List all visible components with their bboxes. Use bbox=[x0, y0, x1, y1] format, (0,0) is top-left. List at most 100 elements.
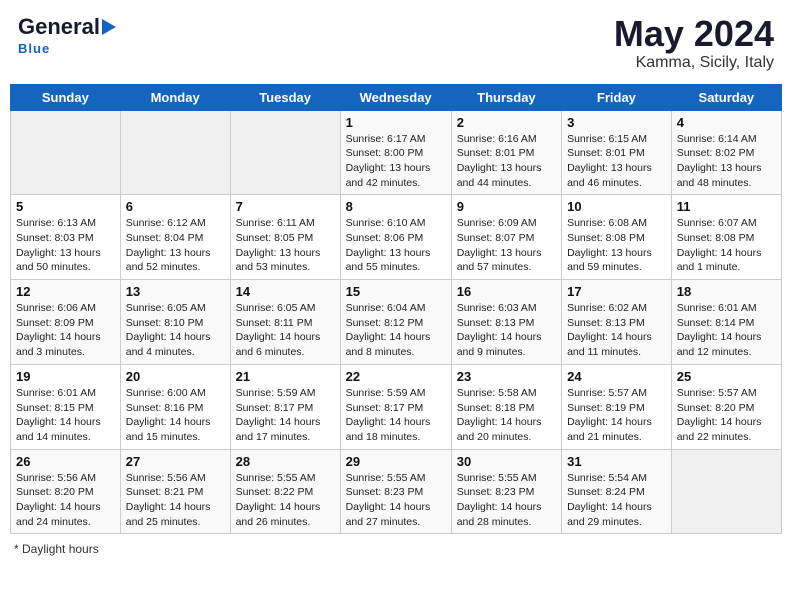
calendar-day-cell: 22 Sunrise: 5:59 AM Sunset: 8:17 PM Dayli… bbox=[340, 364, 451, 449]
calendar-day-cell: 13 Sunrise: 6:05 AM Sunset: 8:10 PM Dayli… bbox=[120, 280, 230, 365]
calendar-day-cell: 17 Sunrise: 6:02 AM Sunset: 8:13 PM Dayli… bbox=[562, 280, 672, 365]
header-cell-monday: Monday bbox=[120, 84, 230, 110]
day-number: 28 bbox=[236, 454, 335, 469]
day-info: Sunrise: 6:10 AM Sunset: 8:06 PM Dayligh… bbox=[346, 216, 446, 275]
day-info: Sunrise: 6:12 AM Sunset: 8:04 PM Dayligh… bbox=[126, 216, 225, 275]
day-info: Sunrise: 6:13 AM Sunset: 8:03 PM Dayligh… bbox=[16, 216, 115, 275]
day-info: Sunrise: 6:05 AM Sunset: 8:10 PM Dayligh… bbox=[126, 301, 225, 360]
day-info: Sunrise: 6:00 AM Sunset: 8:16 PM Dayligh… bbox=[126, 386, 225, 445]
day-number: 29 bbox=[346, 454, 446, 469]
calendar-table: SundayMondayTuesdayWednesdayThursdayFrid… bbox=[10, 84, 782, 535]
day-number: 3 bbox=[567, 115, 666, 130]
day-number: 11 bbox=[677, 199, 776, 214]
calendar-day-cell: 24Sunrise: 5:57 AM Sunset: 8:19 PM Dayli… bbox=[562, 364, 672, 449]
day-info: Sunrise: 5:56 AM Sunset: 8:20 PM Dayligh… bbox=[16, 471, 115, 530]
day-info: Sunrise: 6:01 AM Sunset: 8:15 PM Dayligh… bbox=[16, 386, 115, 445]
header-cell-saturday: Saturday bbox=[671, 84, 781, 110]
day-number: 13 bbox=[126, 284, 225, 299]
footer-note: * Daylight hours bbox=[10, 542, 782, 556]
header-cell-wednesday: Wednesday bbox=[340, 84, 451, 110]
day-info: Sunrise: 5:54 AM Sunset: 8:24 PM Dayligh… bbox=[567, 471, 666, 530]
day-info: Sunrise: 6:16 AM Sunset: 8:01 PM Dayligh… bbox=[457, 132, 556, 191]
calendar-day-cell: 12 Sunrise: 6:06 AM Sunset: 8:09 PM Dayli… bbox=[11, 280, 121, 365]
day-info: Sunrise: 6:15 AM Sunset: 8:01 PM Dayligh… bbox=[567, 132, 666, 191]
calendar-day-cell: 9 Sunrise: 6:09 AM Sunset: 8:07 PM Daylig… bbox=[451, 195, 561, 280]
calendar-week-row: 12 Sunrise: 6:06 AM Sunset: 8:09 PM Dayli… bbox=[11, 280, 782, 365]
day-info: Sunrise: 5:55 AM Sunset: 8:23 PM Dayligh… bbox=[457, 471, 556, 530]
header: General Blue May 2024 Kamma, Sicily, Ita… bbox=[10, 10, 782, 76]
day-info: Sunrise: 6:02 AM Sunset: 8:13 PM Dayligh… bbox=[567, 301, 666, 360]
day-number: 22 bbox=[346, 369, 446, 384]
day-info: Sunrise: 6:09 AM Sunset: 8:07 PM Dayligh… bbox=[457, 216, 556, 275]
day-number: 31 bbox=[567, 454, 666, 469]
day-info: Sunrise: 5:59 AM Sunset: 8:17 PM Dayligh… bbox=[346, 386, 446, 445]
logo: General Blue bbox=[18, 14, 116, 58]
calendar-day-cell: 3 Sunrise: 6:15 AM Sunset: 8:01 PM Daylig… bbox=[562, 110, 672, 195]
calendar-day-cell: 21 Sunrise: 5:59 AM Sunset: 8:17 PM Dayli… bbox=[230, 364, 340, 449]
day-number: 21 bbox=[236, 369, 335, 384]
day-number: 12 bbox=[16, 284, 115, 299]
day-number: 1 bbox=[346, 115, 446, 130]
location-title: Kamma, Sicily, Italy bbox=[614, 54, 774, 72]
day-info: Sunrise: 5:59 AM Sunset: 8:17 PM Dayligh… bbox=[236, 386, 335, 445]
day-number: 16 bbox=[457, 284, 556, 299]
day-number: 6 bbox=[126, 199, 225, 214]
footer-note-text: Daylight hours bbox=[22, 542, 99, 556]
calendar-day-cell: 1 Sunrise: 6:17 AM Sunset: 8:00 PM Daylig… bbox=[340, 110, 451, 195]
header-cell-tuesday: Tuesday bbox=[230, 84, 340, 110]
day-info: Sunrise: 6:03 AM Sunset: 8:13 PM Dayligh… bbox=[457, 301, 556, 360]
day-number: 19 bbox=[16, 369, 115, 384]
calendar-day-cell: 31 Sunrise: 5:54 AM Sunset: 8:24 PM Dayli… bbox=[562, 449, 672, 534]
calendar-week-row: 19 Sunrise: 6:01 AM Sunset: 8:15 PM Dayli… bbox=[11, 364, 782, 449]
day-info: Sunrise: 6:08 AM Sunset: 8:08 PM Dayligh… bbox=[567, 216, 666, 275]
calendar-day-cell: 16 Sunrise: 6:03 AM Sunset: 8:13 PM Dayli… bbox=[451, 280, 561, 365]
day-info: Sunrise: 5:56 AM Sunset: 8:21 PM Dayligh… bbox=[126, 471, 225, 530]
day-info: Sunrise: 6:04 AM Sunset: 8:12 PM Dayligh… bbox=[346, 301, 446, 360]
calendar-day-cell: 2 Sunrise: 6:16 AM Sunset: 8:01 PM Daylig… bbox=[451, 110, 561, 195]
day-number: 2 bbox=[457, 115, 556, 130]
day-info: Sunrise: 5:55 AM Sunset: 8:23 PM Dayligh… bbox=[346, 471, 446, 530]
day-number: 7 bbox=[236, 199, 335, 214]
title-area: May 2024 Kamma, Sicily, Italy bbox=[614, 14, 774, 72]
day-info: Sunrise: 5:57 AM Sunset: 8:20 PM Dayligh… bbox=[677, 386, 776, 445]
calendar-day-cell: 25Sunrise: 5:57 AM Sunset: 8:20 PM Dayli… bbox=[671, 364, 781, 449]
calendar-day-cell: 19 Sunrise: 6:01 AM Sunset: 8:15 PM Dayli… bbox=[11, 364, 121, 449]
day-info: Sunrise: 5:58 AM Sunset: 8:18 PM Dayligh… bbox=[457, 386, 556, 445]
day-number: 26 bbox=[16, 454, 115, 469]
day-number: 17 bbox=[567, 284, 666, 299]
logo-arrow-icon bbox=[102, 19, 116, 35]
calendar-day-cell: 26 Sunrise: 5:56 AM Sunset: 8:20 PM Dayli… bbox=[11, 449, 121, 534]
day-info: Sunrise: 6:07 AM Sunset: 8:08 PM Dayligh… bbox=[677, 216, 776, 275]
calendar-day-cell: 8Sunrise: 6:10 AM Sunset: 8:06 PM Daylig… bbox=[340, 195, 451, 280]
calendar-day-cell: 6 Sunrise: 6:12 AM Sunset: 8:04 PM Daylig… bbox=[120, 195, 230, 280]
calendar-day-cell: 7 Sunrise: 6:11 AM Sunset: 8:05 PM Daylig… bbox=[230, 195, 340, 280]
calendar-day-cell bbox=[120, 110, 230, 195]
day-number: 4 bbox=[677, 115, 776, 130]
day-info: Sunrise: 6:14 AM Sunset: 8:02 PM Dayligh… bbox=[677, 132, 776, 191]
day-number: 9 bbox=[457, 199, 556, 214]
day-info: Sunrise: 6:01 AM Sunset: 8:14 PM Dayligh… bbox=[677, 301, 776, 360]
day-info: Sunrise: 6:06 AM Sunset: 8:09 PM Dayligh… bbox=[16, 301, 115, 360]
calendar-day-cell: 20 Sunrise: 6:00 AM Sunset: 8:16 PM Dayli… bbox=[120, 364, 230, 449]
calendar-day-cell: 11 Sunrise: 6:07 AM Sunset: 8:08 PM Dayli… bbox=[671, 195, 781, 280]
logo-general-text: General bbox=[18, 14, 100, 40]
calendar-day-cell: 5Sunrise: 6:13 AM Sunset: 8:03 PM Daylig… bbox=[11, 195, 121, 280]
calendar-day-cell: 27 Sunrise: 5:56 AM Sunset: 8:21 PM Dayli… bbox=[120, 449, 230, 534]
day-info: Sunrise: 6:17 AM Sunset: 8:00 PM Dayligh… bbox=[346, 132, 446, 191]
header-cell-friday: Friday bbox=[562, 84, 672, 110]
calendar-day-cell: 14Sunrise: 6:05 AM Sunset: 8:11 PM Dayli… bbox=[230, 280, 340, 365]
calendar-day-cell: 10 Sunrise: 6:08 AM Sunset: 8:08 PM Dayli… bbox=[562, 195, 672, 280]
day-info: Sunrise: 6:11 AM Sunset: 8:05 PM Dayligh… bbox=[236, 216, 335, 275]
day-number: 20 bbox=[126, 369, 225, 384]
calendar-day-cell: 23 Sunrise: 5:58 AM Sunset: 8:18 PM Dayli… bbox=[451, 364, 561, 449]
day-number: 23 bbox=[457, 369, 556, 384]
day-info: Sunrise: 6:05 AM Sunset: 8:11 PM Dayligh… bbox=[236, 301, 335, 360]
day-info: Sunrise: 5:55 AM Sunset: 8:22 PM Dayligh… bbox=[236, 471, 335, 530]
logo-blue-text: Blue bbox=[18, 41, 50, 56]
calendar-week-row: 26 Sunrise: 5:56 AM Sunset: 8:20 PM Dayli… bbox=[11, 449, 782, 534]
day-number: 27 bbox=[126, 454, 225, 469]
header-cell-thursday: Thursday bbox=[451, 84, 561, 110]
day-number: 10 bbox=[567, 199, 666, 214]
day-number: 24 bbox=[567, 369, 666, 384]
month-title: May 2024 bbox=[614, 14, 774, 54]
